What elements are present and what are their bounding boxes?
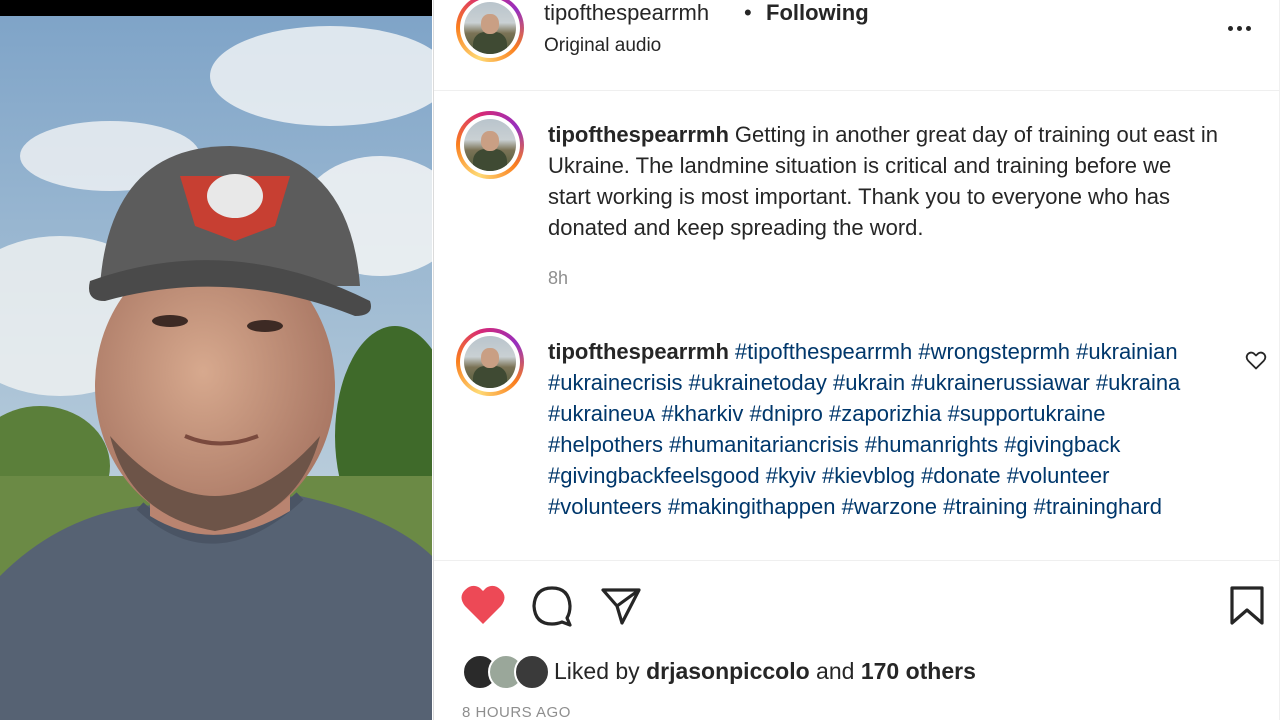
hashtag-link[interactable]: #zaporizhia: [829, 401, 942, 426]
likes-prefix: Liked by: [554, 658, 640, 684]
hashtag-link[interactable]: #makingithappen: [668, 494, 836, 519]
hashtag-link[interactable]: #helpothers: [548, 432, 663, 457]
hashtag-link[interactable]: #volunteers: [548, 494, 662, 519]
media-top-bar: [0, 0, 432, 16]
hashtag-link[interactable]: #ukrainian: [1076, 339, 1178, 364]
more-dots-icon[interactable]: [1228, 12, 1258, 42]
hashtag-link[interactable]: #ukraineᴜᴀ: [548, 401, 655, 426]
bookmark-icon[interactable]: [1229, 585, 1265, 627]
follow-status-button[interactable]: Following: [766, 0, 869, 26]
audio-link[interactable]: Original audio: [544, 35, 661, 57]
heart-outline-icon[interactable]: [1244, 348, 1268, 372]
likes-summary: Liked by drjasonpiccolo and 170 others: [554, 658, 976, 685]
hashtag-link[interactable]: #ukrain: [833, 370, 905, 395]
paper-plane-icon[interactable]: [600, 586, 642, 626]
hashtag-link[interactable]: #warzone: [842, 494, 937, 519]
hashtag-link[interactable]: #ukrainecrisis: [548, 370, 683, 395]
hashtag-link[interactable]: #ukrainerussiawar: [911, 370, 1090, 395]
caption: tipofthespearrmh Getting in another great…: [548, 119, 1218, 243]
hashtag-link[interactable]: #supportukraine: [948, 401, 1106, 426]
comment-bubble-icon[interactable]: [531, 585, 573, 627]
post-header: tipofthespearrmh • Following Original au…: [434, 0, 1280, 91]
hashtag-link[interactable]: #givingbackfeelsgood: [548, 463, 760, 488]
header-username[interactable]: tipofthespearrmh: [544, 0, 709, 26]
hashtag-link[interactable]: #wrongsteprmh: [918, 339, 1070, 364]
hashtag-list: #tipofthespearrmh #wrongsteprmh #ukraini…: [548, 339, 1180, 519]
hashtag-link[interactable]: #kharkiv: [661, 401, 743, 426]
hashtag-link[interactable]: #training: [943, 494, 1027, 519]
post-timestamp[interactable]: 8 HOURS AGO: [462, 704, 571, 721]
hashtag-link[interactable]: #dnipro: [750, 401, 823, 426]
comment-avatar[interactable]: [456, 328, 524, 396]
heart-filled-icon[interactable]: [460, 584, 506, 626]
hashtag-link[interactable]: #donate: [921, 463, 1001, 488]
post-photo: [0, 16, 432, 720]
caption-time[interactable]: 8h: [548, 268, 568, 289]
hashtag-link[interactable]: #ukraina: [1096, 370, 1180, 395]
hashtag-link[interactable]: #humanrights: [865, 432, 998, 457]
caption-avatar[interactable]: [456, 111, 524, 179]
hashtag-link[interactable]: #ukrainetoday: [689, 370, 827, 395]
likes-others-link[interactable]: 170 others: [861, 658, 976, 684]
hashtag-link[interactable]: #volunteer: [1007, 463, 1110, 488]
hashtag-link[interactable]: #tipofthespearrmh: [735, 339, 912, 364]
hashtag-link[interactable]: #kyiv: [766, 463, 816, 488]
caption-username[interactable]: tipofthespearrmh: [548, 122, 729, 147]
likes-joiner: and: [816, 658, 855, 684]
post-media[interactable]: [0, 0, 432, 720]
header-separator: •: [744, 0, 752, 25]
hashtag-link[interactable]: #kievblog: [822, 463, 915, 488]
hashtag-link[interactable]: #humanitariancrisis: [669, 432, 859, 457]
post-details-panel: tipofthespearrmh • Following Original au…: [433, 0, 1280, 721]
liker-avatar[interactable]: [514, 654, 550, 690]
liker-username[interactable]: drjasonpiccolo: [646, 658, 810, 684]
header-avatar[interactable]: [456, 0, 524, 62]
hashtag-link[interactable]: #traininghard: [1034, 494, 1162, 519]
hashtag-comment: tipofthespearrmh #tipofthespearrmh #wrong…: [548, 336, 1218, 522]
comment-username[interactable]: tipofthespearrmh: [548, 339, 729, 364]
hashtag-link[interactable]: #givingback: [1004, 432, 1120, 457]
